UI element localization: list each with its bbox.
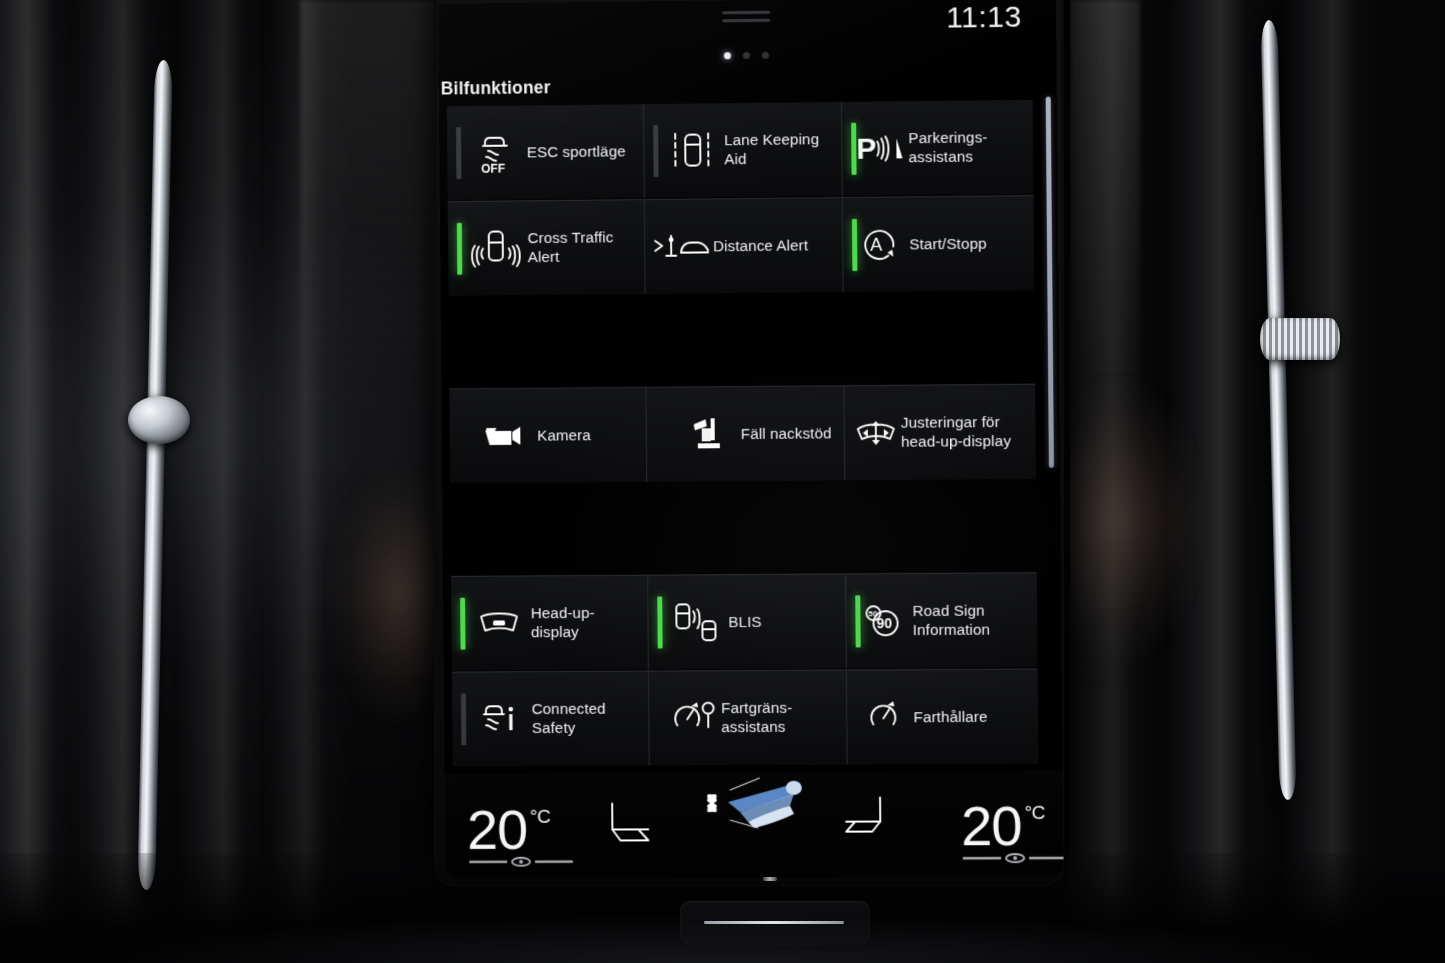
speed-limiter-icon [667, 699, 719, 737]
indicator-bar [653, 125, 659, 178]
svg-text:90: 90 [876, 615, 892, 631]
tile-label: Fartgräns-assistans [721, 699, 793, 737]
indicator-bar [657, 596, 663, 649]
tile-start-stopp[interactable]: A Start/Stopp [842, 196, 1035, 293]
page-dot-2[interactable] [742, 51, 750, 60]
tile-label: Parkerings-assistans [908, 129, 988, 167]
tile-label: ESC sportläge [526, 142, 626, 161]
indicator-bar [855, 595, 861, 648]
floor-reflection [0, 903, 1445, 963]
airflow-distribution-button[interactable] [698, 776, 809, 836]
road-sign-information-icon: 50 90 [860, 602, 906, 640]
indicator-bar [460, 693, 467, 746]
page-dot-1[interactable] [723, 52, 731, 60]
tile-label: Kamera [537, 426, 591, 445]
trim-accent [763, 877, 777, 881]
tile-label: Farthållare [913, 708, 988, 726]
tile-row-5: Connected Safety Fartgräns-assistans Far… [451, 669, 1039, 767]
fan-airflow-icon [707, 777, 802, 829]
tile-row-2: Cross Traffic Alert Distance Alert A Sta… [447, 196, 1035, 296]
tile-hud-adjust[interactable]: Justeringar för head-up-display [844, 384, 1036, 481]
tile-road-sign-information[interactable]: 50 90 Road Sign Information [846, 573, 1038, 669]
screenshot-root: 11:13 Bilfunktioner OFF ESC sportläge La… [0, 0, 1445, 963]
svg-text:OFF: OFF [481, 162, 505, 174]
tile-row-4: Head-up-display BLIS 50 90 Road Sign Inf… [450, 573, 1038, 671]
left-temperature-control[interactable]: 20 °C [466, 797, 551, 861]
cross-traffic-alert-icon [470, 226, 522, 270]
tile-label: Road Sign Information [912, 602, 991, 640]
cruise-control-icon [861, 700, 907, 734]
tile-farthallare[interactable]: Farthållare [846, 669, 1039, 765]
left-temp-value: 20 [466, 797, 528, 861]
pull-down-handle[interactable] [722, 10, 771, 28]
tile-label: Distance Alert [713, 236, 809, 255]
right-temp-value: 20 [960, 793, 1022, 858]
esc-sport-off-icon: OFF [469, 132, 521, 174]
tile-label: Justeringar för head-up-display [900, 413, 1012, 451]
tile-parkeringsassistans[interactable]: P Parkerings-assistans [841, 99, 1034, 197]
indicator-bar [456, 127, 462, 180]
tile-row-3: Kamera Fäll nackstöd Justeringar för hea… [449, 384, 1036, 484]
left-seat-heating-button[interactable] [602, 800, 656, 846]
tile-fall-nackstod[interactable]: Fäll nackstöd [646, 386, 846, 482]
tile-label: Connected Safety [531, 700, 606, 738]
fold-headrest-icon [683, 415, 735, 453]
tile-row-1: OFF ESC sportläge Lane Keeping Aid P Par… [446, 99, 1034, 201]
blis-icon [670, 601, 722, 643]
tile-label: Cross Traffic Alert [527, 229, 614, 267]
indicator-bar [460, 597, 466, 650]
start-stop-icon: A [857, 224, 903, 265]
tile-kamera[interactable]: Kamera [449, 387, 648, 484]
tile-blis[interactable]: BLIS [648, 574, 847, 670]
right-air-vent [1070, 0, 1445, 963]
status-bar: 11:13 [438, 0, 1056, 50]
infotainment-screen: 11:13 Bilfunktioner OFF ESC sportläge La… [438, 0, 1064, 879]
tile-label: Head-up-display [530, 604, 595, 642]
connected-safety-icon [474, 699, 526, 739]
tile-esc-sportlage[interactable]: OFF ESC sportläge [446, 104, 645, 201]
indicator-bar [456, 222, 463, 275]
tile-lane-keeping-aid[interactable]: Lane Keeping Aid [643, 101, 843, 199]
tile-distance-alert[interactable]: Distance Alert [644, 198, 844, 294]
tile-label: BLIS [728, 613, 762, 631]
left-temp-unit: °C [529, 806, 551, 828]
tile-label: Fäll nackstöd [740, 424, 832, 443]
camera-icon [479, 421, 531, 451]
left-air-vent [0, 0, 440, 963]
right-seat-heating-button[interactable] [836, 795, 890, 837]
clock: 11:13 [945, 0, 1022, 35]
tile-label: Lane Keeping Aid [724, 131, 820, 169]
indicator-bar [851, 122, 857, 175]
distance-alert-icon [653, 232, 711, 261]
park-assist-icon: P [856, 131, 903, 166]
tile-fartgransassistans[interactable]: Fartgräns-assistans [648, 670, 848, 766]
page-dot-3[interactable] [761, 51, 769, 59]
tile-label: Start/Stopp [909, 235, 987, 253]
indicator-bar [851, 218, 858, 272]
tile-cross-traffic-alert[interactable]: Cross Traffic Alert [447, 200, 646, 296]
tile-head-up-display[interactable]: Head-up-display [450, 575, 649, 671]
hud-adjust-icon [853, 418, 899, 448]
right-temp-unit: °C [1024, 802, 1046, 825]
right-temperature-control[interactable]: 20 °C [960, 793, 1046, 858]
page-title: Bilfunktioner [440, 77, 551, 99]
page-indicator-dots [723, 51, 769, 60]
svg-text:A: A [870, 235, 882, 255]
car-functions-grid: OFF ESC sportläge Lane Keeping Aid P Par… [446, 99, 1053, 777]
head-up-display-icon [473, 610, 525, 636]
svg-text:P: P [856, 133, 876, 166]
tile-connected-safety[interactable]: Connected Safety [451, 671, 650, 767]
lane-keeping-aid-icon [666, 129, 718, 172]
